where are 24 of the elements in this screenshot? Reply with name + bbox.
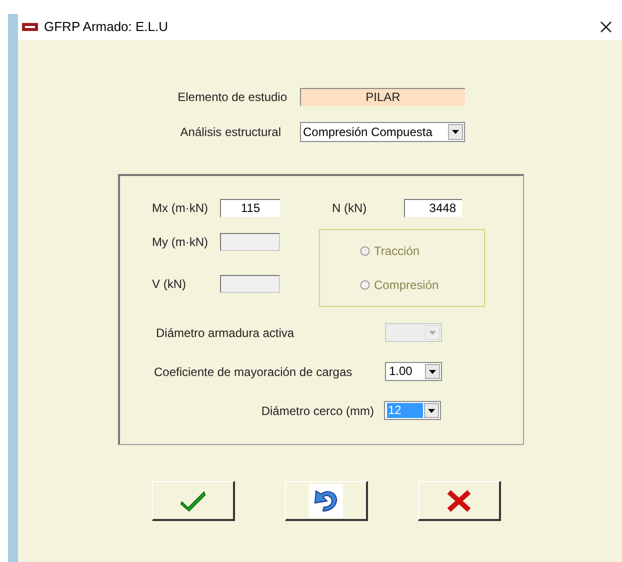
analysis-dropdown[interactable]: Compresión Compuesta bbox=[300, 122, 465, 142]
cross-icon bbox=[446, 488, 472, 512]
close-icon[interactable] bbox=[600, 21, 612, 33]
field-label: Mx (m·kN) bbox=[152, 200, 209, 217]
field-label: Coeficiente de mayoración de cargas bbox=[153, 364, 354, 380]
radio-circle-icon bbox=[360, 280, 370, 290]
field-label: Diámetro cerco (mm) bbox=[261, 402, 375, 420]
field-label: Análisis estructural bbox=[179, 124, 281, 141]
window-title: GFRP Armado: E.L.U bbox=[44, 18, 168, 36]
input-field[interactable]: 115 bbox=[220, 199, 280, 217]
check-icon bbox=[180, 490, 206, 512]
element-field: PILAR bbox=[300, 88, 465, 106]
app-icon bbox=[22, 23, 38, 31]
cancel-button[interactable] bbox=[418, 481, 501, 521]
input-field[interactable]: 3448 bbox=[404, 199, 462, 217]
field-label: Diámetro armadura activa bbox=[155, 324, 296, 342]
field-label: Elemento de estudio bbox=[176, 89, 287, 106]
radio-circle-icon bbox=[360, 246, 370, 256]
undo-button[interactable] bbox=[285, 481, 368, 521]
field-label: V (kN) bbox=[152, 276, 187, 293]
accept-button[interactable] bbox=[152, 481, 235, 521]
field-label: My (m·kN) bbox=[152, 234, 209, 251]
dropdown[interactable]: 1.00 bbox=[385, 362, 442, 381]
field-label: N (kN) bbox=[332, 200, 368, 217]
